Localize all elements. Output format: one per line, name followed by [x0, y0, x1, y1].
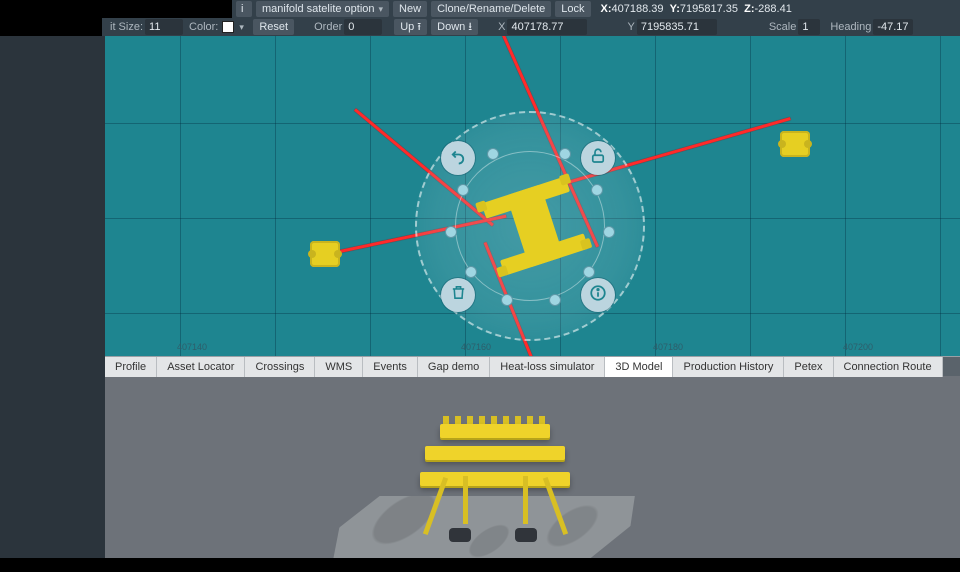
coord-z-key: Z: [744, 3, 754, 15]
color-dropdown-icon[interactable]: ▾ [239, 22, 249, 32]
tab-events[interactable]: Events [363, 357, 418, 377]
y-label: Y [627, 21, 634, 33]
up-button-label: Up [400, 19, 414, 35]
color-swatch[interactable] [222, 21, 234, 33]
connection-handle[interactable] [559, 148, 571, 160]
coord-y: 7195817.35 [680, 3, 738, 15]
clone-rename-delete-button[interactable]: Clone/Rename/Delete [431, 1, 551, 17]
connection-handle[interactable] [445, 226, 457, 238]
color-label: Color: [189, 21, 218, 33]
arrow-up-icon: ⭱ [417, 19, 421, 35]
tabstrip-left-gutter [0, 356, 105, 376]
coord-z: -288.41 [755, 3, 792, 15]
connection-handle[interactable] [501, 294, 513, 306]
tab-crossings[interactable]: Crossings [245, 357, 315, 377]
tab-profile[interactable]: Profile [105, 357, 157, 377]
arrow-down-icon: ⭳ [468, 19, 472, 35]
grid-x-label: 407160 [461, 342, 491, 352]
grid-x-label: 407140 [177, 342, 207, 352]
coord-x-key: X: [601, 3, 612, 15]
scale-label: Scale [769, 21, 797, 33]
tab-heat-loss-simulator[interactable]: Heat-loss simulator [490, 357, 605, 377]
grid-x-label: 407200 [843, 342, 873, 352]
map-canvas[interactable]: 407140 407160 407180 407200 [105, 36, 960, 356]
connection-handle[interactable] [465, 266, 477, 278]
scale-input[interactable]: 1 [798, 19, 820, 35]
viewer-3d[interactable] [105, 376, 960, 558]
unlock-action[interactable] [581, 141, 615, 175]
tabstrip-filler [943, 357, 960, 376]
connection-handle[interactable] [457, 184, 469, 196]
heading-label: Heading [830, 21, 871, 33]
x-input[interactable]: 407178.77 [507, 19, 587, 35]
new-button[interactable]: New [393, 1, 427, 17]
tab-petex[interactable]: Petex [784, 357, 833, 377]
trash-icon [450, 284, 467, 306]
down-button[interactable]: Down ⭳ [431, 19, 478, 35]
info-button[interactable]: i [236, 1, 252, 17]
connection-handle[interactable] [591, 184, 603, 196]
grid-x-label: 407180 [653, 342, 683, 352]
undo-action[interactable] [441, 141, 475, 175]
connection-handle[interactable] [603, 226, 615, 238]
reset-button[interactable]: Reset [253, 19, 294, 35]
order-label: Order [314, 21, 342, 33]
tab-wms[interactable]: WMS [315, 357, 363, 377]
connection-handle[interactable] [487, 148, 499, 160]
connection-handle[interactable] [583, 266, 595, 278]
down-button-label: Down [437, 19, 465, 35]
lock-button[interactable]: Lock [555, 1, 590, 17]
tab-strip: Profile Asset Locator Crossings WMS Even… [105, 356, 960, 376]
undo-icon [449, 147, 467, 170]
object-select[interactable]: manifold satelite option [256, 1, 389, 17]
viewer-left-gutter [0, 376, 105, 572]
heading-input[interactable]: -47.17 [873, 19, 913, 35]
subsea-structure-3d [415, 416, 575, 556]
toolbar-row-2: it Size: 11 Color: ▾ Reset Order 0 Up ⭱ … [102, 18, 960, 36]
left-panel [0, 36, 105, 356]
tab-3d-model[interactable]: 3D Model [605, 357, 673, 377]
cursor-coord-readout: X:407188.39 Y:7195817.35 Z:-288.41 [601, 3, 792, 15]
coord-y-key: Y: [670, 3, 680, 15]
tab-asset-locator[interactable]: Asset Locator [157, 357, 245, 377]
info-icon [589, 284, 607, 307]
x-label: X [498, 21, 505, 33]
connection-handle[interactable] [549, 294, 561, 306]
size-label: it Size: [110, 21, 143, 33]
coord-x: 407188.39 [612, 3, 664, 15]
unlock-icon [589, 147, 607, 170]
order-input[interactable]: 0 [344, 19, 382, 35]
tab-gap-demo[interactable]: Gap demo [418, 357, 490, 377]
tab-connection-route[interactable]: Connection Route [834, 357, 943, 377]
y-input[interactable]: 7195835.71 [637, 19, 717, 35]
info-action[interactable] [581, 278, 615, 312]
toolbar-row-1: i manifold satelite option New Clone/Ren… [232, 0, 960, 18]
size-input[interactable]: 11 [145, 19, 183, 35]
satellite-node[interactable] [780, 131, 810, 157]
delete-action[interactable] [441, 278, 475, 312]
object-select-value: manifold satelite option [262, 1, 375, 17]
letterbox-bottom [0, 558, 960, 572]
up-button[interactable]: Up ⭱ [394, 19, 427, 35]
tab-production-history[interactable]: Production History [673, 357, 784, 377]
satellite-node[interactable] [310, 241, 340, 267]
